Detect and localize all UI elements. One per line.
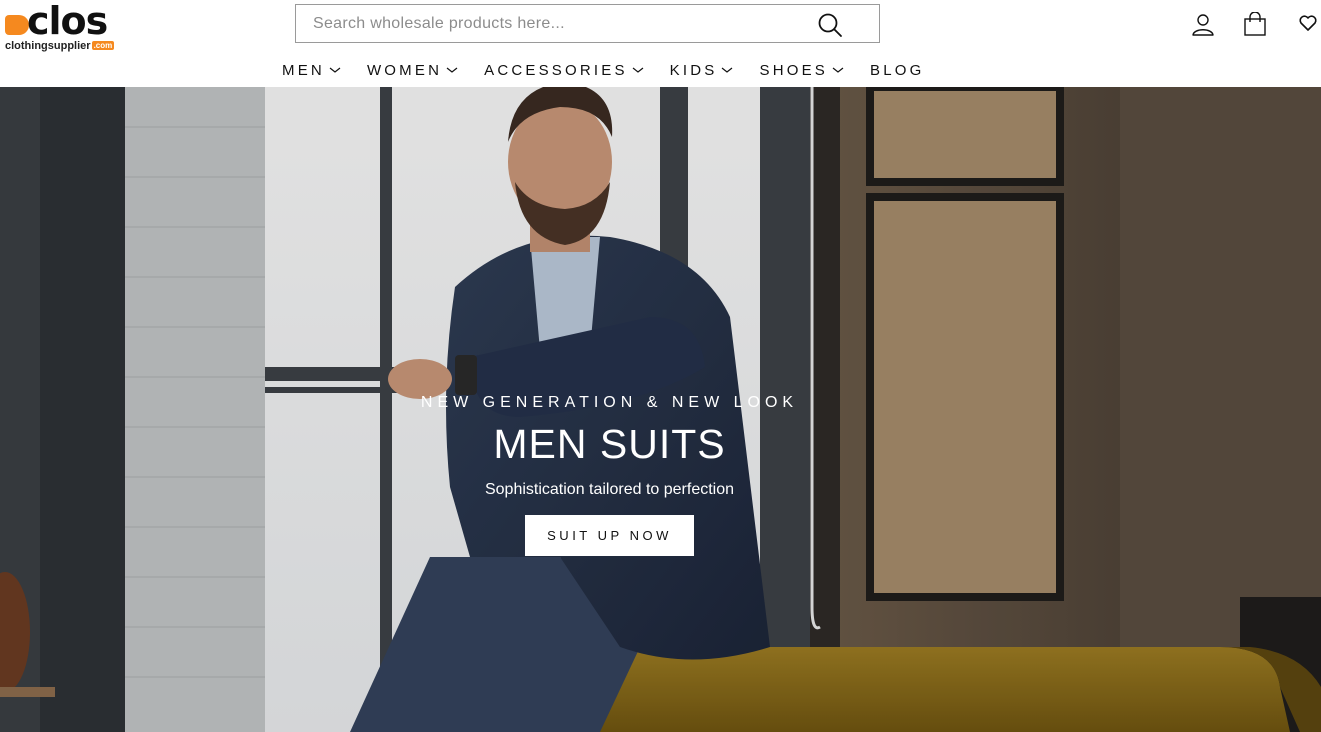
account-icon[interactable] — [1191, 12, 1215, 36]
hero-subtitle: Sophistication tailored to perfection — [484, 481, 735, 498]
nav-item-accessories[interactable]: ACCESSORIES — [484, 62, 644, 79]
nav-item-label: SHOES — [759, 61, 828, 79]
logo-tag-mark — [5, 15, 29, 35]
nav-item-blog[interactable]: BLOG — [870, 62, 924, 79]
site-header: clos clothingsupplier.com MEN WOMEN ACCE… — [0, 0, 1321, 87]
hero-banner: NEW GENERATION & NEW LOOK MEN SUITS Soph… — [0, 87, 1321, 732]
nav-item-label: ACCESSORIES — [484, 61, 628, 79]
search-icon[interactable] — [817, 12, 843, 38]
nav-item-kids[interactable]: KIDS — [670, 62, 734, 79]
nav-item-shoes[interactable]: SHOES — [759, 62, 844, 79]
cart-icon[interactable] — [1243, 11, 1267, 36]
hero-content: NEW GENERATION & NEW LOOK MEN SUITS Soph… — [0, 87, 1321, 732]
hero-eyebrow: NEW GENERATION & NEW LOOK — [420, 394, 799, 411]
nav-item-label: BLOG — [870, 61, 925, 79]
wishlist-icon[interactable] — [1298, 12, 1318, 36]
logo-tagline: clothingsupplier .com — [5, 40, 115, 52]
suit-up-now-button[interactable]: SUIT UP NOW — [525, 515, 694, 556]
chevron-down-icon — [832, 67, 844, 73]
nav-item-men[interactable]: MEN — [282, 62, 341, 79]
logo-tagline-suffix: .com — [91, 41, 115, 50]
chevron-down-icon — [446, 67, 458, 73]
chevron-down-icon — [722, 67, 733, 73]
logo-tagline-text: clothingsupplier — [5, 40, 91, 52]
nav-item-label: MEN — [282, 61, 325, 79]
main-navigation: MEN WOMEN ACCESSORIES KIDS SHOES BLOG — [282, 59, 924, 81]
search-input[interactable] — [296, 5, 806, 42]
brand-logo[interactable]: clos clothingsupplier .com — [5, 0, 130, 55]
chevron-down-icon — [329, 67, 341, 73]
chevron-down-icon — [632, 67, 644, 73]
nav-item-women[interactable]: WOMEN — [367, 62, 458, 79]
hero-title: MEN SUITS — [493, 421, 726, 467]
logo-wordmark: clos — [27, 0, 108, 43]
nav-item-label: WOMEN — [366, 61, 443, 79]
nav-item-label: KIDS — [669, 61, 718, 79]
search-bar — [295, 4, 880, 43]
